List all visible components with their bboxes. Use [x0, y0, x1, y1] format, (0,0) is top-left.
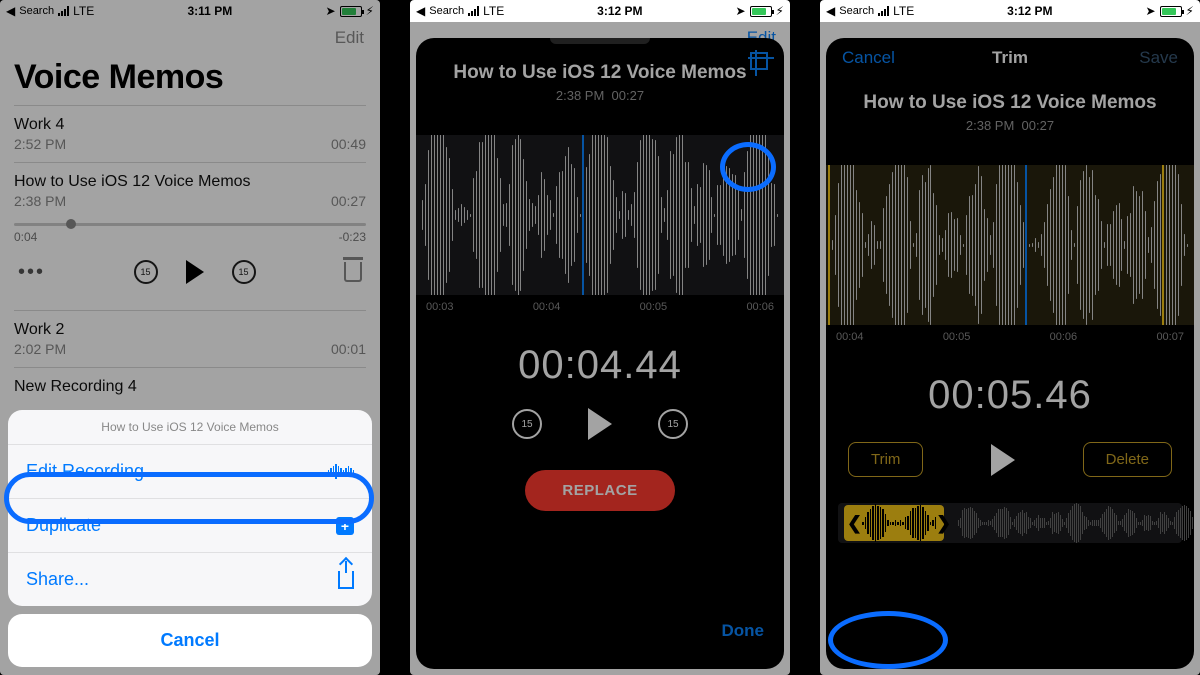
location-icon: ➤	[325, 4, 335, 18]
memo-title: How to Use iOS 12 Voice Memos	[14, 173, 366, 191]
charging-icon: ⚡︎	[366, 4, 374, 18]
playhead[interactable]	[582, 135, 584, 295]
skip-back-15-icon[interactable]: 15	[512, 409, 542, 439]
recording-title: How to Use iOS 12 Voice Memos	[416, 62, 784, 84]
signal-icon	[468, 6, 479, 16]
status-bar: ◀Search LTE 3:12 PM ➤⚡︎	[820, 0, 1200, 22]
edit-button[interactable]: Edit	[14, 22, 366, 58]
save-button[interactable]: Save	[1139, 48, 1178, 68]
delete-button[interactable]: Delete	[1083, 442, 1172, 477]
trim-button[interactable]: Trim	[848, 442, 923, 477]
duplicate-icon: +	[336, 517, 354, 535]
memo-row[interactable]: Work 4 2:52 PM00:49	[14, 105, 366, 162]
recording-title: How to Use iOS 12 Voice Memos	[826, 92, 1194, 114]
status-bar: ◀Search LTE 3:11 PM ➤ ⚡︎	[0, 0, 380, 22]
waveform-area[interactable]	[416, 135, 784, 295]
recording-subtitle: 2:38 PM 00:27	[826, 118, 1194, 133]
done-button[interactable]: Done	[722, 621, 765, 641]
recording-subtitle: 2:38 PM 00:27	[416, 88, 784, 103]
edit-recording-button[interactable]: Edit Recording	[8, 445, 372, 499]
playhead[interactable]	[1025, 165, 1027, 325]
status-bar: ◀Search LTE 3:12 PM ➤⚡︎	[410, 0, 790, 22]
waveform-icon	[328, 464, 355, 479]
playback-scrubber[interactable]	[14, 223, 366, 226]
carrier-label: LTE	[73, 4, 94, 18]
trim-handle-right[interactable]	[1162, 165, 1164, 325]
memo-title: Work 4	[14, 116, 366, 134]
duplicate-button[interactable]: Duplicate +	[8, 499, 372, 553]
timeline-ticks: 00:0300:0400:0500:06	[416, 295, 784, 313]
waveform-area[interactable]	[826, 165, 1194, 325]
replace-button[interactable]: REPLACE	[525, 470, 675, 511]
play-icon[interactable]	[186, 260, 204, 284]
crop-trim-icon[interactable]	[750, 52, 768, 70]
cancel-button[interactable]: Cancel	[842, 48, 895, 68]
timeline-ticks: 00:0400:0500:0600:07	[826, 325, 1194, 343]
memo-row-selected[interactable]: How to Use iOS 12 Voice Memos 2:38 PM00:…	[14, 162, 366, 310]
trim-sheet: Cancel Trim Save How to Use iOS 12 Voice…	[826, 38, 1194, 669]
screenshot-1-memo-list: ◀Search LTE 3:11 PM ➤ ⚡︎ Edit Voice Memo…	[0, 0, 380, 675]
page-title: Voice Memos	[14, 58, 366, 97]
back-to-search[interactable]: Search	[19, 5, 54, 17]
play-icon[interactable]	[588, 408, 612, 440]
overview-strip[interactable]: ❮ ❯	[838, 503, 1182, 543]
editor-sheet: How to Use iOS 12 Voice Memos 2:38 PM 00…	[416, 38, 784, 669]
action-sheet: How to Use iOS 12 Voice Memos Edit Recor…	[8, 410, 372, 667]
more-icon[interactable]: •••	[18, 261, 45, 284]
trash-icon[interactable]	[344, 262, 362, 282]
share-button[interactable]: Share...	[8, 553, 372, 606]
sheet-header: How to Use iOS 12 Voice Memos	[8, 410, 372, 445]
screenshot-2-edit-view: ◀Search LTE 3:12 PM ➤⚡︎ Edit How to Use …	[410, 0, 790, 675]
screenshot-3-trim-view: ◀Search LTE 3:12 PM ➤⚡︎ Cancel Trim Save…	[820, 0, 1200, 675]
current-time: 00:05.46	[826, 373, 1194, 418]
clock: 3:12 PM	[597, 4, 642, 18]
memo-row[interactable]: New Recording 4	[14, 367, 366, 406]
signal-icon	[58, 6, 69, 16]
skip-forward-15-icon[interactable]: 15	[658, 409, 688, 439]
skip-back-15-icon[interactable]: 15	[134, 260, 158, 284]
right-grip-icon[interactable]: ❯	[936, 513, 951, 534]
battery-icon	[340, 6, 362, 17]
left-grip-icon[interactable]: ❮	[847, 513, 862, 534]
trim-selection[interactable]: ❮ ❯	[844, 505, 944, 541]
play-icon[interactable]	[991, 444, 1015, 476]
share-icon	[338, 571, 354, 589]
skip-forward-15-icon[interactable]: 15	[232, 260, 256, 284]
cancel-button[interactable]: Cancel	[8, 614, 372, 667]
clock: 3:12 PM	[1007, 4, 1052, 18]
current-time: 00:04.44	[416, 343, 784, 388]
clock: 3:11 PM	[188, 4, 233, 18]
trim-handle-left[interactable]	[828, 165, 830, 325]
memo-row[interactable]: Work 2 2:02 PM00:01	[14, 310, 366, 367]
